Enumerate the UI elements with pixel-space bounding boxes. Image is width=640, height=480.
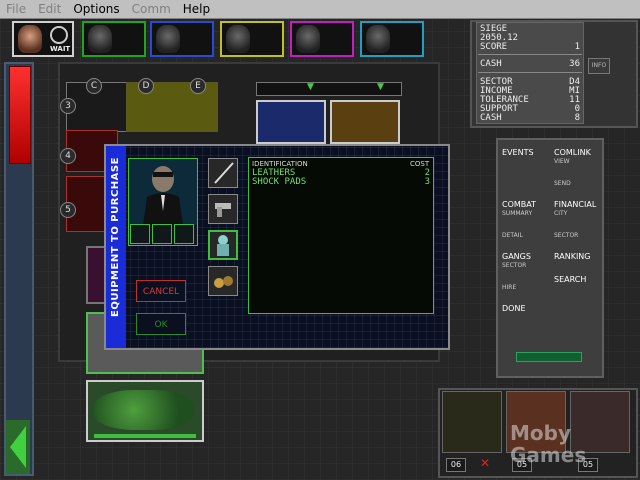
- detail-button[interactable]: DETAIL: [502, 232, 523, 239]
- arrow-left-icon: [10, 426, 26, 468]
- city-button[interactable]: CITY: [554, 210, 567, 217]
- watermark-line-2: Games: [510, 443, 587, 467]
- cash-value: 36: [569, 59, 580, 69]
- info-button[interactable]: INFO: [588, 58, 610, 74]
- agent-portrait-1[interactable]: WAIT: [12, 21, 74, 57]
- done-button[interactable]: DONE: [502, 304, 526, 313]
- score-label: SCORE: [480, 42, 508, 52]
- agent-figure-icon: [129, 159, 197, 225]
- equipment-slot[interactable]: [152, 224, 172, 244]
- list-header-cost: COST: [410, 160, 430, 168]
- list-item-cost: 3: [424, 177, 430, 187]
- menu-bar: File Edit Options Comm Help: [0, 0, 640, 19]
- agent-portrait-5[interactable]: [290, 21, 354, 57]
- events-button[interactable]: EVENTS: [502, 148, 534, 157]
- view-panel[interactable]: [86, 380, 204, 442]
- tree-image: [94, 390, 194, 430]
- sector-button[interactable]: SECTOR: [554, 232, 578, 239]
- equipment-slot[interactable]: [174, 224, 194, 244]
- goggles-icon: [214, 276, 233, 288]
- send-button[interactable]: SEND: [554, 180, 571, 187]
- agent-portrait-6[interactable]: [360, 21, 424, 57]
- close-icon[interactable]: ✕: [480, 456, 490, 470]
- progress-gauge: [516, 352, 582, 362]
- agent-face-icon: [18, 25, 42, 53]
- gangs-button[interactable]: GANGS: [502, 252, 531, 261]
- dialog-title: EQUIPMENT TO PURCHASE: [110, 157, 121, 317]
- map-row-label: 5: [60, 202, 76, 218]
- wait-label: WAIT: [50, 45, 71, 53]
- financial-button[interactable]: FINANCIAL: [554, 200, 596, 209]
- health-gauge: [9, 66, 31, 164]
- clock-icon: [50, 26, 68, 44]
- chevron-down-icon: ▼: [307, 82, 314, 92]
- pistol-icon: [215, 203, 231, 217]
- divider: [478, 54, 582, 55]
- item-blade-button[interactable]: [208, 158, 238, 188]
- cash2-label: CASH: [480, 113, 502, 123]
- divider: [478, 72, 582, 73]
- status-cash: CASH 36: [480, 59, 580, 69]
- menu-help[interactable]: Help: [177, 2, 216, 16]
- watermark: Moby Games: [510, 422, 586, 466]
- item-goggles-button[interactable]: [208, 266, 238, 296]
- view-button[interactable]: VIEW: [554, 158, 570, 165]
- agent-face-icon: [226, 25, 250, 53]
- squad-member-portrait[interactable]: [442, 391, 502, 453]
- agent-portrait-3[interactable]: [150, 21, 214, 57]
- score-value: 1: [574, 42, 580, 52]
- cancel-button[interactable]: CANCEL: [136, 280, 186, 302]
- menu-options[interactable]: Options: [67, 2, 125, 16]
- map-preview[interactable]: [330, 100, 400, 144]
- status-score: SCORE 1: [480, 42, 580, 52]
- gangs-sector-button[interactable]: SECTOR: [502, 262, 526, 269]
- map-column-label: D: [138, 78, 154, 94]
- scroll-left-button[interactable]: [6, 420, 30, 474]
- cash2-value: 8: [574, 113, 580, 123]
- map-column-label: E: [190, 78, 206, 94]
- map-column-label: C: [86, 78, 102, 94]
- agent-face-icon: [296, 25, 320, 53]
- hire-button[interactable]: HIRE: [502, 284, 516, 291]
- item-pistol-button[interactable]: [208, 194, 238, 224]
- armor-icon: [217, 235, 229, 256]
- map-row-label: 3: [60, 98, 76, 114]
- status-cash-2: CASH 8: [480, 113, 580, 123]
- search-button[interactable]: SEARCH: [554, 275, 586, 284]
- ranking-button[interactable]: RANKING: [554, 252, 590, 261]
- watermark-line-1: Moby: [510, 421, 571, 445]
- agent-face-icon: [156, 25, 180, 53]
- combat-button[interactable]: COMBAT: [502, 200, 536, 209]
- comlink-button[interactable]: COMLINK: [554, 148, 591, 157]
- agent-portrait-2[interactable]: [82, 21, 146, 57]
- squad-number: 06: [446, 458, 466, 472]
- list-header-identification: IDENTIFICATION: [252, 160, 308, 168]
- menu-comm[interactable]: Comm: [126, 2, 177, 16]
- list-item-name[interactable]: SHOCK PADS: [252, 177, 306, 187]
- agent-portrait-4[interactable]: [220, 21, 284, 57]
- menu-edit[interactable]: Edit: [32, 2, 67, 16]
- map-preview[interactable]: [256, 100, 326, 144]
- summary-button[interactable]: SUMMARY: [502, 210, 532, 217]
- view-gauge: [94, 434, 196, 438]
- agent-face-icon: [88, 25, 112, 53]
- map-selector-bar[interactable]: ▼ ▼: [256, 82, 402, 96]
- cash-label: CASH: [480, 59, 502, 69]
- blade-icon: [214, 162, 234, 184]
- chevron-down-icon: ▼: [377, 82, 384, 92]
- agent-face-icon: [366, 25, 390, 53]
- menu-file[interactable]: File: [0, 2, 32, 16]
- item-armor-button[interactable]: [208, 230, 238, 260]
- equipment-slot[interactable]: [130, 224, 150, 244]
- map-row-label: 4: [60, 148, 76, 164]
- ok-button[interactable]: OK: [136, 313, 186, 335]
